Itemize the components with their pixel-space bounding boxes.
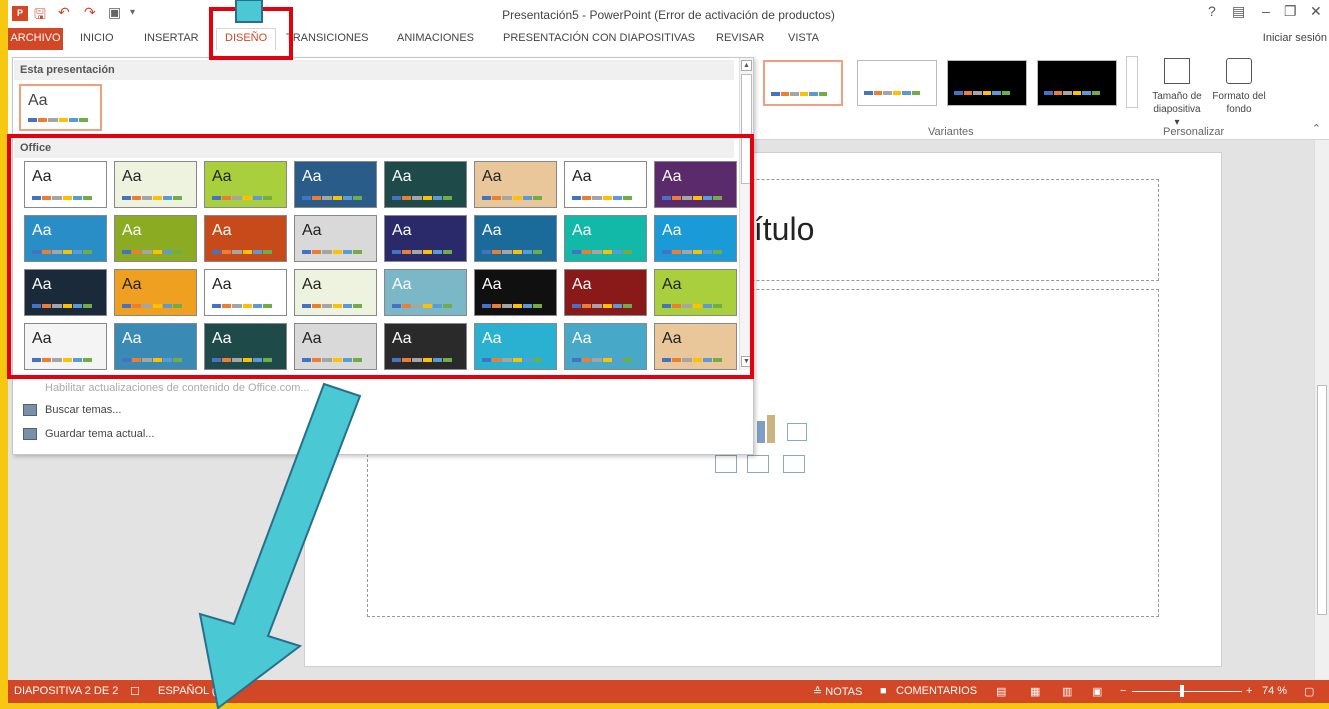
- online-picture-icon[interactable]: [747, 455, 769, 473]
- collapse-ribbon-icon[interactable]: ⌃: [1312, 122, 1321, 135]
- picture-icon[interactable]: [715, 455, 737, 473]
- comments-button[interactable]: COMENTARIOS: [896, 685, 977, 697]
- chart-icon-bar: [767, 415, 775, 443]
- personalizar-group-label: Personalizar: [1163, 126, 1225, 138]
- tab-transiciones[interactable]: TRANSICIONES: [286, 32, 369, 44]
- tab-animaciones[interactable]: ANIMACIONES: [397, 32, 474, 44]
- vertical-scrollbar[interactable]: [1314, 140, 1329, 680]
- title-bar: P 🖫 ↶ ↷ ▣ ▾ Presentación5 - PowerPoint (…: [8, 0, 1329, 28]
- save-theme-label: Guardar tema actual...: [45, 428, 155, 440]
- variant-3[interactable]: [947, 60, 1027, 106]
- browse-themes-item[interactable]: Buscar temas...: [23, 404, 122, 417]
- status-bar: DIAPOSITIVA 2 DE 2 ☐ ESPAÑOL (CH ≙ NOTAS…: [8, 680, 1329, 703]
- help-button[interactable]: ?: [1208, 3, 1216, 19]
- tab-archivo[interactable]: ARCHIVO: [8, 28, 63, 50]
- tab-inicio[interactable]: INICIO: [80, 32, 114, 44]
- variant-4[interactable]: [1037, 60, 1117, 106]
- slide-size-icon: [1164, 58, 1190, 84]
- variant-2[interactable]: [857, 60, 937, 106]
- ribbon-tabs: ARCHIVO INICIO INSERTAR DISEÑO TRANSICIO…: [8, 28, 1329, 50]
- variants-scroll[interactable]: [1126, 56, 1138, 108]
- save-theme-item[interactable]: Guardar tema actual...: [23, 428, 155, 441]
- scroll-thumb[interactable]: [1317, 385, 1327, 615]
- variant-1[interactable]: [763, 60, 843, 106]
- slide-size-button[interactable]: Tamaño de diapositiva ▾: [1150, 58, 1204, 129]
- language-indicator[interactable]: ESPAÑOL (CH: [158, 685, 231, 697]
- tab-vista[interactable]: VISTA: [788, 32, 819, 44]
- zoom-slider-thumb[interactable]: [1180, 685, 1184, 697]
- slideshow-view-icon[interactable]: ▣: [1092, 685, 1102, 698]
- restore-icon[interactable]: ❐: [1284, 3, 1297, 20]
- notes-button[interactable]: ≙ NOTAS: [813, 685, 862, 698]
- minimize-icon[interactable]: –: [1262, 3, 1270, 19]
- format-background-button[interactable]: Formato del fondo: [1212, 58, 1266, 116]
- chart-icon[interactable]: [757, 421, 765, 443]
- paint-bucket-icon: [1226, 58, 1252, 84]
- window-title: Presentación5 - PowerPoint (Error de act…: [502, 8, 835, 22]
- format-background-label: Formato del fondo: [1212, 91, 1266, 115]
- slide-size-label: Tamaño de diapositiva ▾: [1152, 91, 1202, 128]
- slide-counter: DIAPOSITIVA 2 DE 2: [14, 685, 119, 697]
- theme-current[interactable]: Aa: [19, 84, 102, 131]
- tab-insertar[interactable]: INSERTAR: [144, 32, 199, 44]
- smartart-icon[interactable]: [787, 423, 807, 441]
- theme-sample-text: Aa: [28, 92, 48, 109]
- slide-title-text[interactable]: título: [745, 211, 814, 248]
- reading-view-icon[interactable]: ▥: [1062, 685, 1072, 698]
- folder-icon: [23, 404, 37, 417]
- scroll-up-icon[interactable]: ▲: [741, 60, 752, 71]
- browse-themes-label: Buscar temas...: [45, 404, 122, 416]
- tab-presentacion[interactable]: PRESENTACIÓN CON DIAPOSITIVAS: [503, 32, 695, 44]
- themes-highlight: [7, 134, 754, 379]
- zoom-slider[interactable]: [1132, 691, 1242, 692]
- section-this-presentation: Esta presentación: [14, 60, 734, 80]
- comments-icon[interactable]: ■: [880, 685, 887, 697]
- save-theme-icon: [23, 428, 37, 441]
- close-icon[interactable]: ✕: [1310, 3, 1322, 20]
- diseno-highlight: [209, 7, 293, 60]
- slide-sorter-icon[interactable]: ▦: [1030, 685, 1040, 698]
- enable-updates-item: Habilitar actualizaciones de contenido d…: [45, 382, 310, 394]
- zoom-out-icon[interactable]: −: [1120, 685, 1126, 697]
- spellcheck-icon[interactable]: ☐: [130, 685, 140, 698]
- zoom-in-icon[interactable]: +: [1246, 685, 1252, 697]
- signin-link[interactable]: Iniciar sesión: [1263, 32, 1327, 44]
- video-icon[interactable]: [783, 455, 805, 473]
- tab-revisar[interactable]: REVISAR: [716, 32, 764, 44]
- normal-view-icon[interactable]: ▤: [996, 685, 1006, 698]
- zoom-level[interactable]: 74 %: [1262, 685, 1287, 697]
- ribbon-display-icon[interactable]: ▤: [1232, 3, 1245, 20]
- fit-to-window-icon[interactable]: ▢: [1304, 685, 1314, 698]
- variants-group-label: Variantes: [928, 126, 974, 138]
